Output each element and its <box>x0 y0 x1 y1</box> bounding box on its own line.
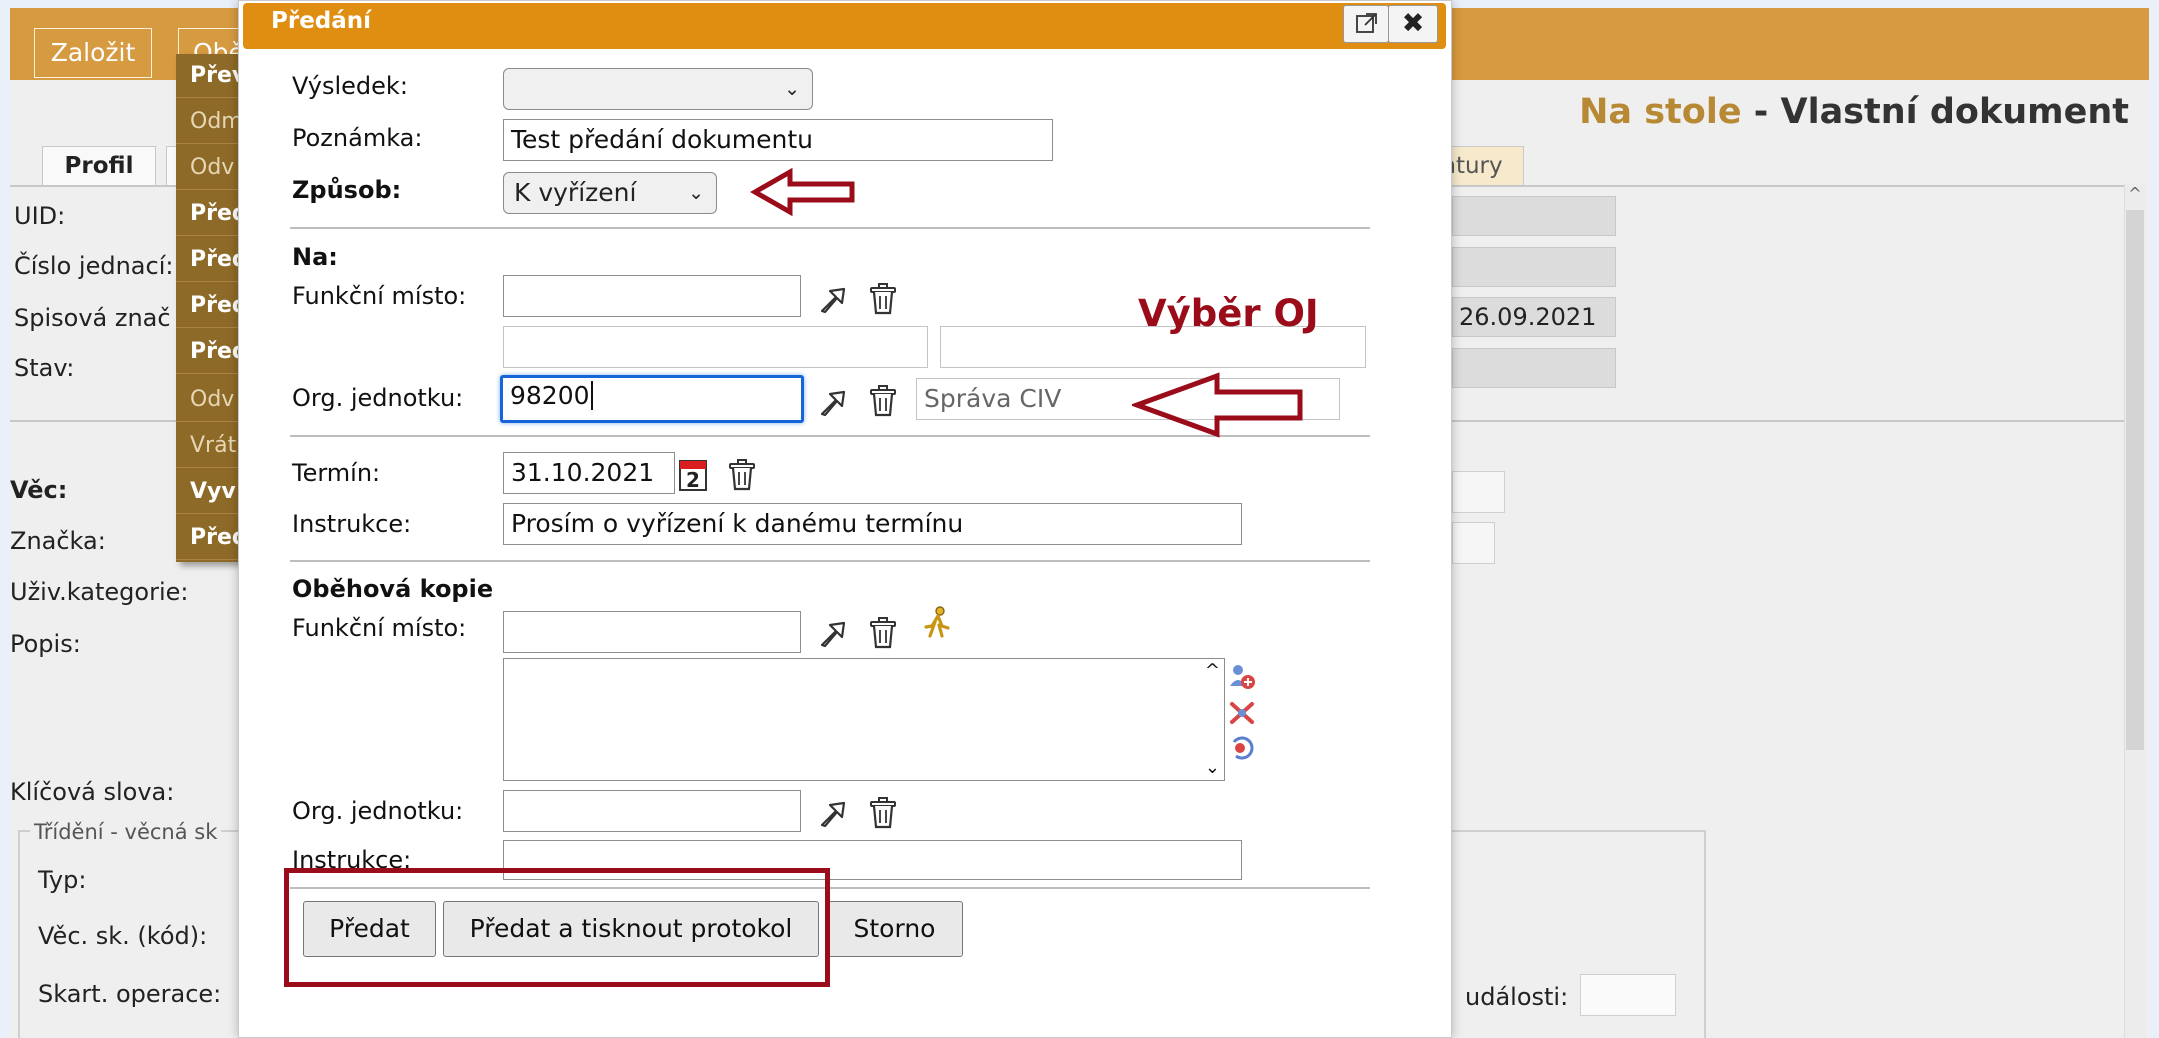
trash-icon[interactable] <box>866 796 900 830</box>
chevron-down-icon: ⌄ <box>688 182 704 204</box>
page-title: Na stole - Vlastní dokument <box>1579 92 2129 132</box>
menu-item[interactable]: Před <box>176 238 246 282</box>
status-label: Stav: <box>14 354 75 382</box>
copy-function-place-label: Funkční místo: <box>292 614 467 642</box>
type-label: Typ: <box>38 866 87 894</box>
menu-item[interactable]: Před <box>176 284 246 328</box>
result-select[interactable]: ⌄ <box>503 68 813 110</box>
instructions-input[interactable]: Prosím o vyřízení k danému termínu <box>503 503 1242 545</box>
trash-icon[interactable] <box>866 384 900 418</box>
refresh-users-icon[interactable] <box>1226 732 1258 764</box>
menu-item[interactable]: Před <box>176 516 246 560</box>
copy-instructions-label: Instrukce: <box>292 846 412 870</box>
trash-icon[interactable] <box>866 282 900 316</box>
dialog-title: Předání <box>271 8 372 34</box>
page-title-separator: - <box>1741 92 1781 132</box>
chevron-down-icon: ⌄ <box>784 78 800 100</box>
close-button[interactable]: ✖ <box>1388 5 1438 43</box>
menu-item[interactable]: Odv <box>176 378 246 422</box>
copy-heading: Oběhová kopie <box>292 575 494 603</box>
close-icon: ✖ <box>1401 8 1425 39</box>
status-field <box>1452 348 1616 388</box>
instructions-label: Instrukce: <box>292 510 412 538</box>
method-label: Způsob: <box>292 176 402 204</box>
to-function-place-name <box>503 326 928 368</box>
ref-number-label: Číslo jednací: <box>14 252 174 280</box>
popout-icon <box>1356 13 1377 33</box>
mark-field-end <box>1452 522 1495 564</box>
dialog-titlebar <box>243 3 1446 49</box>
org-unit-arrow-annotation <box>1132 372 1303 438</box>
calendar-icon[interactable]: 2 <box>678 458 708 492</box>
add-user-icon[interactable] <box>1226 662 1258 694</box>
method-value: K vyřízení <box>514 178 637 207</box>
shredding-op-label: Skart. operace: <box>38 980 222 1008</box>
remove-user-icon[interactable] <box>1226 696 1258 728</box>
note-input[interactable]: Test předání dokumentu <box>503 119 1053 161</box>
to-heading: Na: <box>292 243 338 271</box>
calendar-day: 2 <box>686 468 700 492</box>
ref-number-field <box>1452 247 1616 287</box>
page-title-doc-type: Vlastní dokument <box>1780 92 2129 132</box>
event-label: události: <box>1465 983 1569 1011</box>
menu-item[interactable]: Přev <box>176 54 246 98</box>
select-arrow-icon[interactable] <box>816 797 850 831</box>
deadline-label: Termín: <box>292 459 381 487</box>
cancel-button[interactable]: Storno <box>826 901 963 957</box>
uid-label: UID: <box>14 202 66 230</box>
trash-icon[interactable] <box>866 616 900 650</box>
event-field[interactable] <box>1580 974 1676 1016</box>
scroll-up-icon[interactable]: ^ <box>2124 184 2146 203</box>
keywords-label: Klíčová slova: <box>10 778 175 806</box>
file-mark-label: Spisová znač <box>14 304 171 332</box>
select-arrow-icon[interactable] <box>816 283 850 317</box>
list-scroll-down-icon[interactable]: ⌄ <box>1205 758 1220 778</box>
mark-label: Značka: <box>10 527 106 555</box>
menu-item[interactable]: Vrát <box>176 424 246 468</box>
select-arrow-icon[interactable] <box>816 386 850 420</box>
copy-function-place-input[interactable] <box>503 611 801 653</box>
page-scrollbar-thumb[interactable] <box>2126 210 2144 750</box>
sorting-legend: Třídění - věcná sk <box>30 820 222 844</box>
subject-label: Věc: <box>10 476 68 504</box>
text-cursor: ​ <box>590 381 593 410</box>
buttons-highlight-annotation <box>284 868 830 987</box>
subject-field-end <box>1452 471 1505 513</box>
org-unit-callout: Výběr OJ <box>1138 292 1319 335</box>
note-label: Poznámka: <box>292 124 423 152</box>
description-label: Popis: <box>10 630 81 658</box>
date-field: 26.09.2021 <box>1452 297 1616 337</box>
popout-button[interactable] <box>1343 5 1389 43</box>
divider <box>290 227 1370 229</box>
user-category-label: Uživ.kategorie: <box>10 578 189 606</box>
divider <box>290 560 1370 562</box>
list-scroll-up-icon[interactable]: ^ <box>1205 661 1220 681</box>
page-title-location: Na stole <box>1579 92 1742 132</box>
to-function-place-label: Funkční místo: <box>292 282 467 310</box>
method-select[interactable]: K vyřízení ⌄ <box>503 172 717 214</box>
menu-item[interactable]: Vyv <box>176 470 246 514</box>
to-org-unit-value: 98200 <box>510 381 590 410</box>
to-org-unit-input[interactable]: 98200​ <box>500 375 804 423</box>
deadline-input[interactable]: 31.10.2021 <box>503 452 675 494</box>
to-org-unit-label: Org. jednotku: <box>292 384 464 412</box>
subject-group-label: Věc. sk. (kód): <box>38 922 208 950</box>
copy-org-unit-input[interactable] <box>503 790 801 832</box>
menu-item[interactable]: Před <box>176 192 246 236</box>
to-function-place-input[interactable] <box>503 275 801 317</box>
person-icon[interactable] <box>920 606 954 640</box>
uid-field <box>1452 196 1616 236</box>
menu-item[interactable]: Odm <box>176 100 246 144</box>
copy-recipients-list[interactable]: ^ ⌄ <box>503 658 1225 781</box>
tab-profile[interactable]: Profil <box>42 146 156 186</box>
result-label: Výsledek: <box>292 72 408 100</box>
menu-item[interactable]: Odv <box>176 146 246 190</box>
copy-org-unit-label: Org. jednotku: <box>292 797 464 825</box>
menu-item[interactable]: Před <box>176 330 246 374</box>
trash-icon[interactable] <box>725 458 759 492</box>
method-arrow-annotation <box>750 167 855 217</box>
select-arrow-icon[interactable] <box>816 617 850 651</box>
create-button[interactable]: Založit <box>34 28 152 78</box>
